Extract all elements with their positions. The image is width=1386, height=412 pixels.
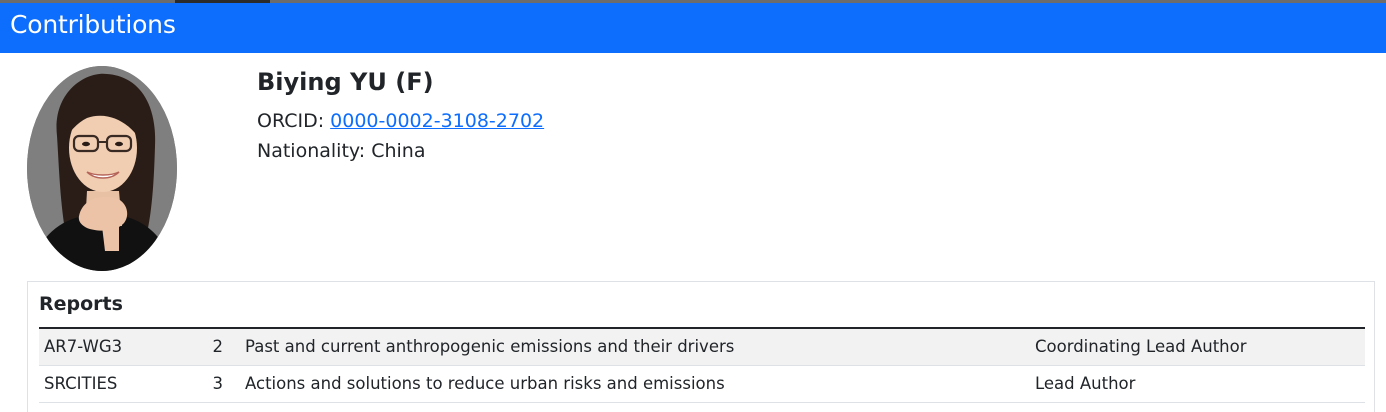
page-title: Contributions <box>10 10 176 39</box>
nationality-label: Nationality: <box>257 140 372 162</box>
profile-name: Biying YU (F) <box>257 68 434 96</box>
person-portrait-icon <box>27 66 177 271</box>
table-row: SRCITIES 3 Actions and solutions to redu… <box>39 365 1365 402</box>
role-cell: Lead Author <box>1035 374 1136 393</box>
reports-title: Reports <box>39 293 123 315</box>
nationality-value: China <box>371 140 426 162</box>
reports-card: Reports AR7-WG3 2 Past and current anthr… <box>27 281 1375 412</box>
orcid-label: ORCID: <box>257 110 331 132</box>
chapter-number-cell: 3 <box>212 374 224 393</box>
orcid-link[interactable]: 0000-0002-3108-2702 <box>330 110 544 132</box>
cell-spacer <box>223 365 245 402</box>
header-bar: Contributions <box>0 3 1386 53</box>
profile-photo <box>27 66 177 271</box>
cell-spacer <box>223 328 245 365</box>
chapter-title-cell: Past and current anthropogenic emissions… <box>245 337 735 357</box>
reports-table: AR7-WG3 2 Past and current anthropogenic… <box>39 327 1365 403</box>
role-cell: Coordinating Lead Author <box>1035 337 1247 357</box>
chapter-number-cell: 2 <box>212 337 224 357</box>
chapter-title-cell: Actions and solutions to reduce urban ri… <box>245 374 725 393</box>
orcid-line: ORCID: 0000-0002-3108-2702 <box>257 109 544 133</box>
report-code-cell: SRCITIES <box>44 374 118 393</box>
report-code-cell: AR7-WG3 <box>44 337 123 357</box>
nationality-line: Nationality: China <box>257 139 426 163</box>
table-row: AR7-WG3 2 Past and current anthropogenic… <box>39 328 1365 365</box>
